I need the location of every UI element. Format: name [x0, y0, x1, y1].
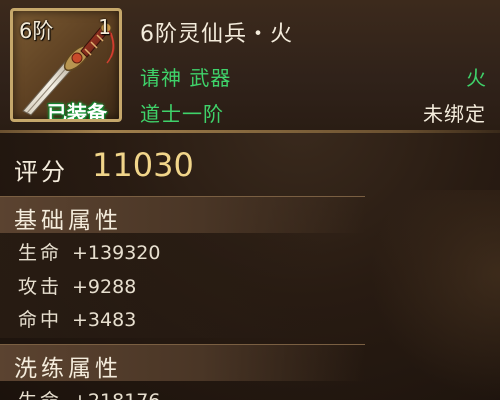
refine-attributes-header: 洗练属性 — [0, 344, 365, 382]
stat-name: 攻击 — [18, 276, 63, 298]
score-value: 11030 — [92, 146, 194, 184]
score-label: 评分 — [14, 158, 68, 186]
section-title: 基础属性 — [14, 208, 122, 234]
base-attributes-header: 基础属性 — [0, 196, 365, 234]
item-tooltip-panel: 6阶 1 已装备 6阶灵仙兵・火 请神 武器 火 道士一阶 未绑定 评分 110… — [0, 0, 500, 400]
stat-value: +9288 — [72, 276, 137, 298]
header-divider — [0, 130, 500, 133]
stat-value: +3483 — [72, 309, 137, 331]
item-count: 1 — [98, 15, 111, 39]
item-requirement: 道士一阶 — [140, 102, 224, 126]
item-name: 6阶灵仙兵・火 — [140, 22, 293, 47]
stat-row: 生命 +218176 — [18, 386, 160, 400]
item-type: 请神 武器 — [140, 66, 232, 90]
stat-value: +139320 — [72, 242, 161, 264]
stat-row: 生命 +139320 — [18, 238, 160, 268]
bind-status: 未绑定 — [423, 102, 486, 126]
item-icon-slot[interactable]: 6阶 1 已装备 — [10, 8, 122, 122]
stat-row: 命中 +3483 — [18, 305, 136, 335]
stat-name: 生命 — [18, 386, 62, 400]
section-title: 洗练属性 — [14, 356, 122, 382]
background-glow — [370, 190, 500, 400]
stat-row: 攻击 +9288 — [18, 272, 136, 302]
item-element: 火 — [466, 66, 486, 90]
stat-value: +218176 — [72, 390, 160, 400]
equipped-badge: 已装备 — [47, 101, 107, 122]
tier-badge: 6阶 — [19, 19, 54, 43]
stat-name: 生命 — [18, 242, 63, 264]
stat-name: 命中 — [18, 309, 63, 331]
